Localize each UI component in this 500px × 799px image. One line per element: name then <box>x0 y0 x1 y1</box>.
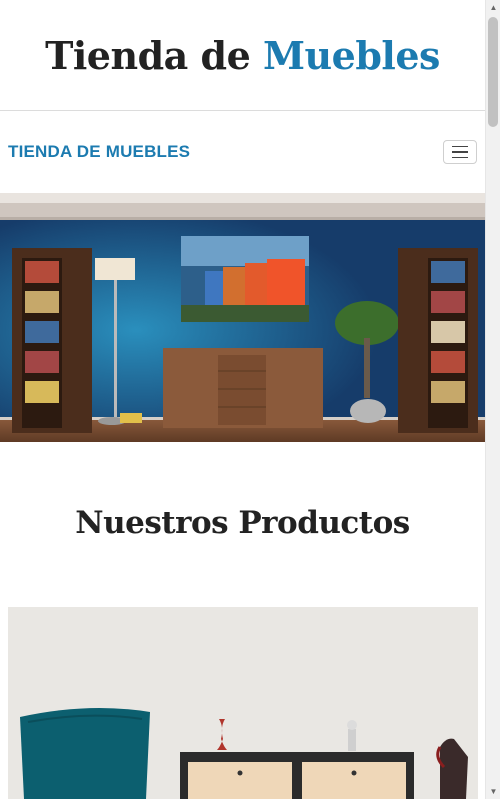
figurine <box>347 720 357 751</box>
vertical-scrollbar[interactable]: ▲ ▼ <box>485 0 500 799</box>
navbar: TIENDA DE MUEBLES <box>0 111 485 193</box>
scroll-down-arrow-icon[interactable]: ▼ <box>486 784 500 799</box>
site-title-accent: Muebles <box>262 32 440 78</box>
dresser <box>180 752 414 799</box>
wall-painting <box>181 236 309 322</box>
sideboard <box>163 348 323 428</box>
products-section-title: Nuestros Productos <box>75 505 410 541</box>
site-header: Tienda de Muebles <box>0 0 485 111</box>
site-title-main: Tienda de <box>45 32 251 78</box>
hero-image <box>0 193 485 442</box>
page: Tienda de Muebles TIENDA DE MUEBLES Nues… <box>0 0 485 799</box>
navbar-toggle-button[interactable] <box>443 140 477 164</box>
bookshelf-left <box>12 248 92 433</box>
product-image[interactable] <box>8 607 478 799</box>
navbar-brand-link[interactable]: TIENDA DE MUEBLES <box>8 142 190 162</box>
hamburger-menu-icon <box>452 145 468 148</box>
teal-chair <box>20 708 150 799</box>
hamburger-menu-icon-line-2 <box>452 151 468 153</box>
bookshelf-right <box>398 248 478 433</box>
scrollbar-thumb[interactable] <box>488 17 498 127</box>
scroll-up-arrow-icon[interactable]: ▲ <box>486 0 500 15</box>
hamburger-menu-icon-line-3 <box>452 156 468 159</box>
site-title: Tienda de Muebles <box>45 33 440 78</box>
